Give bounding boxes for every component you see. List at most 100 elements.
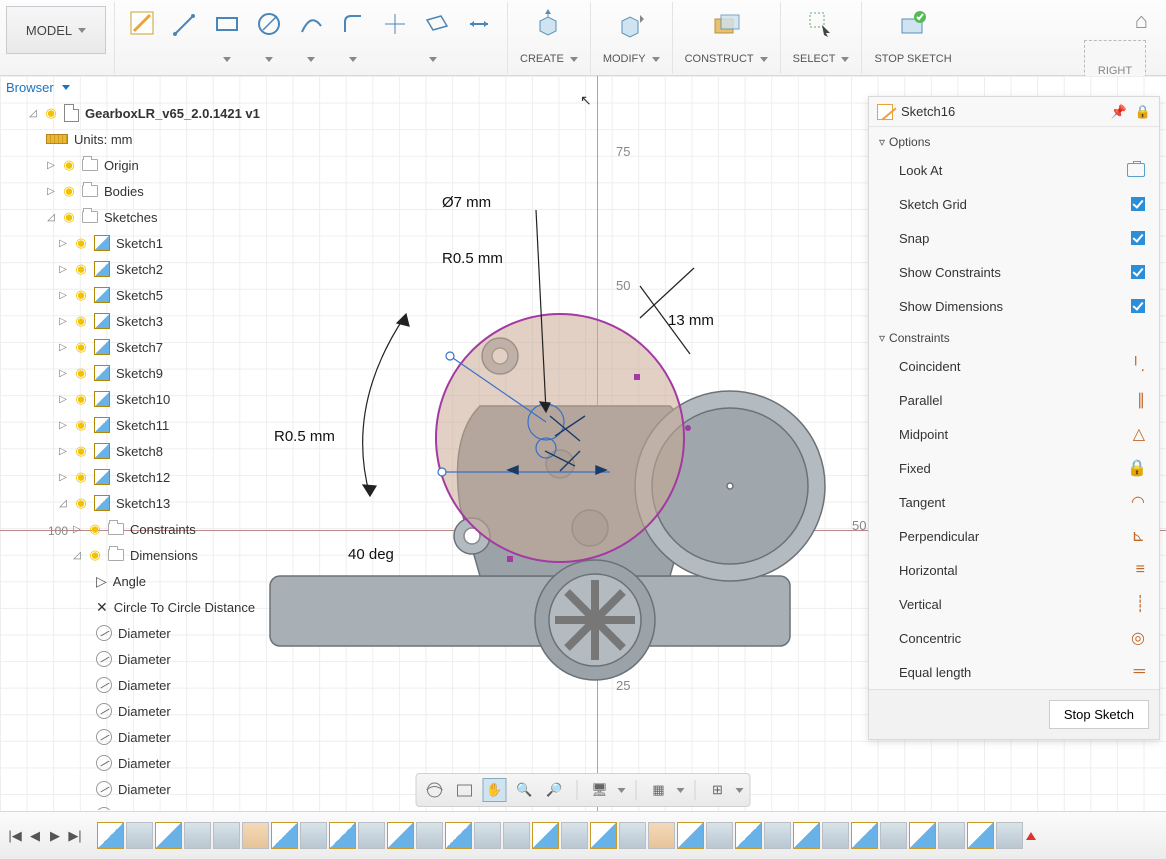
tree-sketch-item[interactable]: ▷ ◉ Sketch5 xyxy=(0,282,290,308)
chevron-down-icon[interactable] xyxy=(736,788,744,793)
options-header[interactable]: ▿Options xyxy=(869,127,1159,153)
tree-root[interactable]: ◿ ◉ GearboxLR_v65_2.0.1421 v1 xyxy=(0,100,290,126)
timeline-feature[interactable] xyxy=(822,822,849,849)
tree-units[interactable]: Units: mm xyxy=(0,126,290,152)
timeline-prev[interactable]: ◀ xyxy=(26,827,44,845)
timeline-feature[interactable] xyxy=(880,822,907,849)
timeline-marker[interactable] xyxy=(1026,832,1036,840)
chevron-down-icon[interactable] xyxy=(760,57,768,62)
bulb-icon[interactable]: ◉ xyxy=(74,313,88,329)
timeline-feature[interactable] xyxy=(474,822,501,849)
timeline-feature[interactable] xyxy=(97,822,124,849)
dimension-text[interactable]: R0.5 mm xyxy=(442,250,503,267)
bulb-icon[interactable]: ◉ xyxy=(88,521,102,537)
tree-sketch-item[interactable]: ▷ ◉ Sketch7 xyxy=(0,334,290,360)
expand-icon[interactable]: ▷ xyxy=(72,524,82,535)
expand-icon[interactable]: ▷ xyxy=(58,238,68,249)
expand-icon[interactable]: ▷ xyxy=(46,186,56,197)
stop-sketch-button[interactable]: Stop Sketch xyxy=(1049,700,1149,729)
tree-sketches[interactable]: ◿◉Sketches xyxy=(0,204,290,230)
timeline-feature[interactable] xyxy=(329,822,356,849)
expand-icon[interactable]: ▷ xyxy=(58,316,68,327)
timeline-feature[interactable] xyxy=(184,822,211,849)
circle-icon[interactable] xyxy=(253,8,285,40)
tree-sketch-item[interactable]: ▷ ◉ Sketch9 xyxy=(0,360,290,386)
pin-icon[interactable]: 📌 xyxy=(1111,104,1127,120)
timeline-feature[interactable] xyxy=(967,822,994,849)
tree-bodies[interactable]: ▷◉Bodies xyxy=(0,178,290,204)
constraint-item[interactable]: Coincident ╵. xyxy=(869,349,1159,383)
collapse-icon[interactable]: ◿ xyxy=(72,550,82,561)
timeline-feature[interactable] xyxy=(996,822,1023,849)
timeline-feature[interactable] xyxy=(155,822,182,849)
expand-icon[interactable]: ▷ xyxy=(58,472,68,483)
expand-icon[interactable]: ▷ xyxy=(58,290,68,301)
timeline-next[interactable]: ▶ xyxy=(46,827,64,845)
zoom-icon[interactable]: 🔍 xyxy=(513,778,537,802)
timeline-feature[interactable] xyxy=(590,822,617,849)
tree-sketch-item[interactable]: ▷ ◉ Sketch8 xyxy=(0,438,290,464)
timeline-feature[interactable] xyxy=(938,822,965,849)
bulb-icon[interactable]: ◉ xyxy=(62,157,76,173)
palette-option[interactable]: Snap xyxy=(869,221,1159,255)
timeline-end[interactable]: ▶| xyxy=(66,827,84,845)
tree-sketch-item[interactable]: ▷ ◉ Sketch11 xyxy=(0,412,290,438)
constraint-item[interactable]: Perpendicular ⊾ xyxy=(869,519,1159,553)
expand-icon[interactable]: ▷ xyxy=(58,368,68,379)
checkbox-checked-icon[interactable] xyxy=(1131,299,1145,313)
bulb-icon[interactable]: ◉ xyxy=(62,209,76,225)
constraint-item[interactable]: Vertical ┊ xyxy=(869,587,1159,621)
collapse-icon[interactable]: ◿ xyxy=(58,498,68,509)
timeline-feature[interactable] xyxy=(619,822,646,849)
workspace-switcher[interactable]: MODEL xyxy=(6,6,106,54)
collapse-icon[interactable]: ◿ xyxy=(28,108,38,119)
look-at-icon[interactable] xyxy=(1127,163,1145,177)
point-icon[interactable] xyxy=(379,8,411,40)
timeline-feature[interactable] xyxy=(909,822,936,849)
dimension-text[interactable]: 40 deg xyxy=(348,546,394,563)
tree-dimension-item[interactable]: Diameter xyxy=(0,724,290,750)
tree-sketch-item[interactable]: ▷ ◉ Sketch1 xyxy=(0,230,290,256)
timeline-feature[interactable] xyxy=(126,822,153,849)
chevron-down-icon[interactable] xyxy=(618,788,626,793)
constraint-item[interactable]: Horizontal ≡ xyxy=(869,553,1159,587)
tree-sketch-item[interactable]: ▷ ◉ Sketch2 xyxy=(0,256,290,282)
grid-settings-icon[interactable]: ▦ xyxy=(647,778,671,802)
collapse-icon[interactable]: ◿ xyxy=(46,212,56,223)
fillet-icon[interactable] xyxy=(337,8,369,40)
construct-icon[interactable] xyxy=(710,8,742,40)
palette-option[interactable]: Look At xyxy=(869,153,1159,187)
plane-icon[interactable] xyxy=(421,8,453,40)
expand-icon[interactable]: ▷ xyxy=(58,446,68,457)
expand-icon[interactable]: ▷ xyxy=(58,264,68,275)
tree-dimension-item[interactable]: Diameter xyxy=(0,620,290,646)
tree-dimension-item[interactable]: Diameter xyxy=(0,646,290,672)
bulb-icon[interactable]: ◉ xyxy=(74,235,88,251)
tree-sketch-item[interactable]: ▷ ◉ Sketch12 xyxy=(0,464,290,490)
timeline-feature[interactable] xyxy=(561,822,588,849)
chevron-down-icon[interactable] xyxy=(841,57,849,62)
arc-icon[interactable] xyxy=(295,8,327,40)
constraint-item[interactable]: Fixed 🔒 xyxy=(869,451,1159,485)
palette-option[interactable]: Show Constraints xyxy=(869,255,1159,289)
stop-sketch-icon[interactable] xyxy=(897,8,929,40)
tree-dimension-item[interactable]: Diameter xyxy=(0,802,290,810)
chevron-down-icon[interactable] xyxy=(307,57,315,62)
timeline-feature[interactable] xyxy=(416,822,443,849)
timeline-feature[interactable] xyxy=(851,822,878,849)
chevron-down-icon[interactable] xyxy=(677,788,685,793)
pan-icon[interactable]: ✋ xyxy=(483,778,507,802)
tree-dimension-item[interactable]: ✕ Circle To Circle Distance xyxy=(0,594,290,620)
tree-dimension-item[interactable]: ▷ Angle xyxy=(0,568,290,594)
timeline-feature[interactable] xyxy=(445,822,472,849)
look-at-icon[interactable] xyxy=(453,778,477,802)
timeline-feature[interactable] xyxy=(387,822,414,849)
timeline-feature[interactable] xyxy=(793,822,820,849)
rectangle-icon[interactable] xyxy=(211,8,243,40)
chevron-down-icon[interactable] xyxy=(265,57,273,62)
constraint-item[interactable]: Equal length ═ xyxy=(869,655,1159,689)
timeline-feature[interactable] xyxy=(503,822,530,849)
bulb-icon[interactable]: ◉ xyxy=(74,495,88,511)
chevron-down-icon[interactable] xyxy=(349,57,357,62)
constraint-item[interactable]: Concentric ◎ xyxy=(869,621,1159,655)
